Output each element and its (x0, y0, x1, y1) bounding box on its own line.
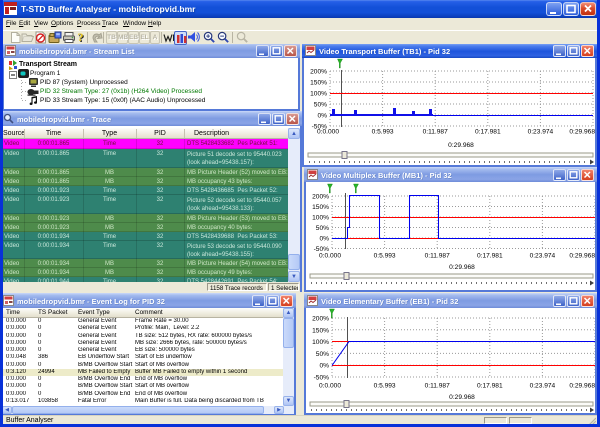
svg-text:0:17.981: 0:17.981 (477, 383, 503, 390)
svg-text:100%: 100% (312, 215, 329, 222)
svg-text:-50%: -50% (314, 375, 330, 382)
svg-text:150%: 150% (312, 327, 329, 334)
svg-text:200%: 200% (310, 69, 327, 76)
svg-text:100%: 100% (310, 91, 327, 98)
svg-text:0:29.968: 0:29.968 (449, 264, 475, 271)
svg-text:200%: 200% (312, 316, 329, 323)
svg-text:0:23.974: 0:23.974 (530, 383, 556, 390)
svg-text:0%: 0% (319, 236, 329, 243)
svg-text:150%: 150% (312, 204, 329, 211)
svg-text:200%: 200% (312, 194, 329, 201)
svg-text:0:29.968: 0:29.968 (569, 129, 595, 136)
svg-text:0:29.968: 0:29.968 (569, 383, 595, 390)
svg-text:0:11.987: 0:11.987 (425, 253, 451, 260)
svg-text:50%: 50% (316, 351, 329, 358)
svg-text:0:0.000: 0:0.000 (317, 129, 339, 136)
svg-text:100%: 100% (312, 339, 329, 346)
svg-text:0:29.968: 0:29.968 (569, 253, 595, 260)
svg-text:0%: 0% (319, 363, 329, 370)
svg-text:0:5.993: 0:5.993 (374, 383, 396, 390)
svg-text:0:5.993: 0:5.993 (374, 253, 396, 260)
svg-text:0:17.981: 0:17.981 (477, 253, 503, 260)
svg-text:0:29.968: 0:29.968 (448, 142, 474, 149)
svg-text:0:11.987: 0:11.987 (423, 129, 449, 136)
svg-text:?: ? (78, 31, 84, 44)
svg-text:0:23.974: 0:23.974 (530, 253, 556, 260)
svg-text:50%: 50% (316, 225, 329, 232)
svg-text:0:5.993: 0:5.993 (372, 129, 394, 136)
svg-text:0:0.000: 0:0.000 (319, 253, 341, 260)
svg-text:150%: 150% (310, 80, 327, 87)
svg-text:0:23.974: 0:23.974 (528, 129, 554, 136)
svg-text:0%: 0% (317, 113, 327, 120)
svg-text:50%: 50% (314, 102, 327, 109)
svg-text:0:11.987: 0:11.987 (425, 383, 451, 390)
svg-text:0:0.000: 0:0.000 (319, 383, 341, 390)
svg-text:0:29.968: 0:29.968 (449, 394, 475, 401)
svg-text:0:17.981: 0:17.981 (475, 129, 501, 136)
